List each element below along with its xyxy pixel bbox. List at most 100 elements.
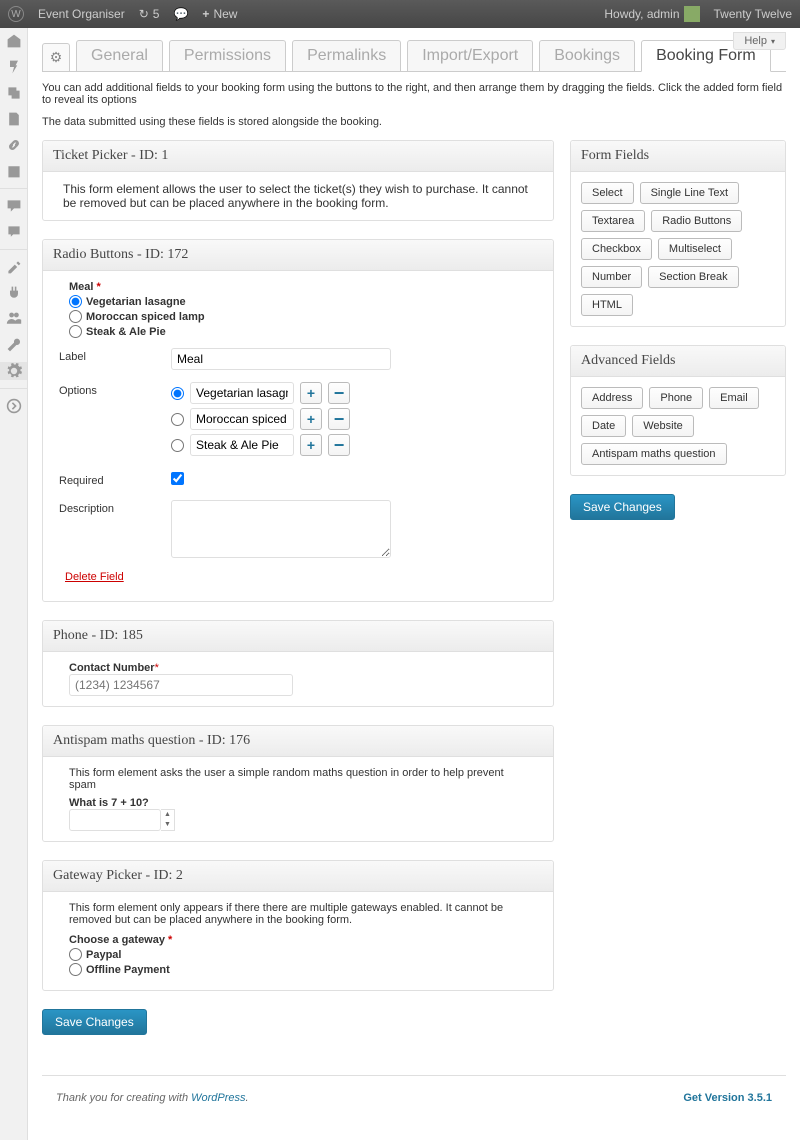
option-default-radio[interactable] — [171, 439, 184, 452]
add-textarea-button[interactable]: Textarea — [581, 210, 645, 232]
add-address-button[interactable]: Address — [581, 387, 643, 409]
add-email-button[interactable]: Email — [709, 387, 759, 409]
preview-radio[interactable] — [69, 325, 82, 338]
add-section-button[interactable]: Section Break — [648, 266, 738, 288]
label-label: Label — [59, 348, 171, 363]
field-title: Radio Buttons - ID: 172 — [43, 240, 553, 271]
admin-footer: Thank you for creating with WordPress. G… — [42, 1075, 786, 1120]
version-link[interactable]: Get Version 3.5.1 — [683, 1092, 772, 1104]
comment-icon: 💬 — [173, 7, 188, 21]
updates[interactable]: ↻5 — [139, 7, 160, 21]
option-default-radio[interactable] — [171, 413, 184, 426]
collapse-menu-icon[interactable] — [5, 397, 23, 415]
refresh-icon: ↻ — [139, 7, 149, 21]
add-text-button[interactable]: Single Line Text — [640, 182, 739, 204]
description-label: Description — [59, 500, 171, 515]
add-option-button[interactable]: + — [300, 434, 322, 456]
required-label: Required — [59, 472, 171, 487]
preview-radio[interactable] — [69, 295, 82, 308]
field-title: Antispam maths question - ID: 176 — [43, 726, 553, 757]
remove-option-button[interactable]: − — [328, 382, 350, 404]
field-title: Gateway Picker - ID: 2 — [43, 861, 553, 892]
preview-radio[interactable] — [69, 310, 82, 323]
feedback-icon[interactable] — [5, 223, 23, 241]
add-checkbox-button[interactable]: Checkbox — [581, 238, 652, 260]
field-gateway-picker[interactable]: Gateway Picker - ID: 2 This form element… — [42, 860, 554, 991]
option-input[interactable] — [190, 434, 294, 456]
add-number-button[interactable]: Number — [581, 266, 642, 288]
howdy[interactable]: Howdy, admin — [604, 6, 699, 22]
add-option-button[interactable]: + — [300, 408, 322, 430]
add-phone-button[interactable]: Phone — [649, 387, 703, 409]
admin-bar: W Event Organiser ↻5 💬 +New Howdy, admin… — [0, 0, 800, 28]
comments[interactable]: 💬 — [173, 7, 188, 21]
theme-link[interactable]: Twenty Twelve — [714, 7, 792, 21]
calendar-icon[interactable] — [5, 162, 23, 180]
field-title: Ticket Picker - ID: 1 — [43, 141, 553, 172]
add-select-button[interactable]: Select — [581, 182, 634, 204]
add-option-button[interactable]: + — [300, 382, 322, 404]
wp-logo[interactable]: W — [8, 6, 24, 22]
tools-icon[interactable] — [5, 336, 23, 354]
pin-icon[interactable] — [5, 58, 23, 76]
description-textarea[interactable] — [171, 500, 391, 558]
field-radio-buttons[interactable]: Radio Buttons - ID: 172 Meal * Vegetaria… — [42, 239, 554, 602]
box-title: Advanced Fields — [571, 346, 785, 377]
new-content[interactable]: +New — [202, 7, 237, 21]
form-fields-box: Form Fields Select Single Line Text Text… — [570, 140, 786, 327]
avatar — [684, 6, 700, 22]
settings-tabs: ⚙ General Permissions Permalinks Import/… — [42, 40, 786, 72]
add-multiselect-button[interactable]: Multiselect — [658, 238, 732, 260]
option-input[interactable] — [190, 382, 294, 404]
field-description: This form element only appears if there … — [59, 902, 537, 934]
tab-import-export[interactable]: Import/Export — [407, 40, 533, 71]
tab-bookings[interactable]: Bookings — [539, 40, 635, 71]
add-radio-button[interactable]: Radio Buttons — [651, 210, 742, 232]
plugins-icon[interactable] — [5, 284, 23, 302]
remove-option-button[interactable]: − — [328, 408, 350, 430]
label-input[interactable] — [171, 348, 391, 370]
add-html-button[interactable]: HTML — [581, 294, 633, 316]
field-phone[interactable]: Phone - ID: 185 Contact Number* — [42, 620, 554, 707]
required-checkbox[interactable] — [171, 472, 184, 485]
dashboard-icon[interactable] — [5, 32, 23, 50]
field-antispam[interactable]: Antispam maths question - ID: 176 This f… — [42, 725, 554, 842]
tab-permissions[interactable]: Permissions — [169, 40, 286, 71]
number-spinner[interactable]: ▲▼ — [161, 809, 175, 831]
options-label: Options — [59, 382, 171, 397]
option-input[interactable] — [190, 408, 294, 430]
gateway-radio[interactable] — [69, 963, 82, 976]
antispam-input[interactable] — [69, 809, 161, 831]
users-icon[interactable] — [5, 310, 23, 328]
tab-permalinks[interactable]: Permalinks — [292, 40, 401, 71]
site-name[interactable]: Event Organiser — [38, 7, 125, 21]
settings-header-icon: ⚙ — [42, 43, 70, 71]
wordpress-link[interactable]: WordPress — [191, 1092, 245, 1104]
links-icon[interactable] — [5, 136, 23, 154]
add-date-button[interactable]: Date — [581, 415, 626, 437]
media-icon[interactable] — [5, 84, 23, 102]
gateway-radio[interactable] — [69, 948, 82, 961]
remove-option-button[interactable]: − — [328, 434, 350, 456]
add-antispam-button[interactable]: Antispam maths question — [581, 443, 727, 465]
phone-input[interactable] — [69, 674, 293, 696]
admin-menu — [0, 28, 28, 1140]
advanced-fields-box: Advanced Fields Address Phone Email Date… — [570, 345, 786, 476]
plus-icon: + — [202, 7, 209, 21]
field-title: Phone - ID: 185 — [43, 621, 553, 652]
tab-general[interactable]: General — [76, 40, 163, 71]
comments-icon[interactable] — [5, 197, 23, 215]
settings-icon[interactable] — [0, 362, 27, 380]
field-preview: Meal * Vegetarian lasagne Moroccan spice… — [59, 281, 537, 342]
save-changes-button-side[interactable]: Save Changes — [570, 494, 675, 520]
field-ticket-picker[interactable]: Ticket Picker - ID: 1 This form element … — [42, 140, 554, 221]
add-website-button[interactable]: Website — [632, 415, 694, 437]
intro-text-2: The data submitted using these fields is… — [42, 116, 786, 128]
appearance-icon[interactable] — [5, 258, 23, 276]
delete-field-link[interactable]: Delete Field — [59, 567, 124, 591]
help-tab[interactable]: Help — [733, 32, 786, 50]
intro-text-1: You can add additional fields to your bo… — [42, 82, 786, 106]
pages-icon[interactable] — [5, 110, 23, 128]
option-default-radio[interactable] — [171, 387, 184, 400]
save-changes-button[interactable]: Save Changes — [42, 1009, 147, 1035]
